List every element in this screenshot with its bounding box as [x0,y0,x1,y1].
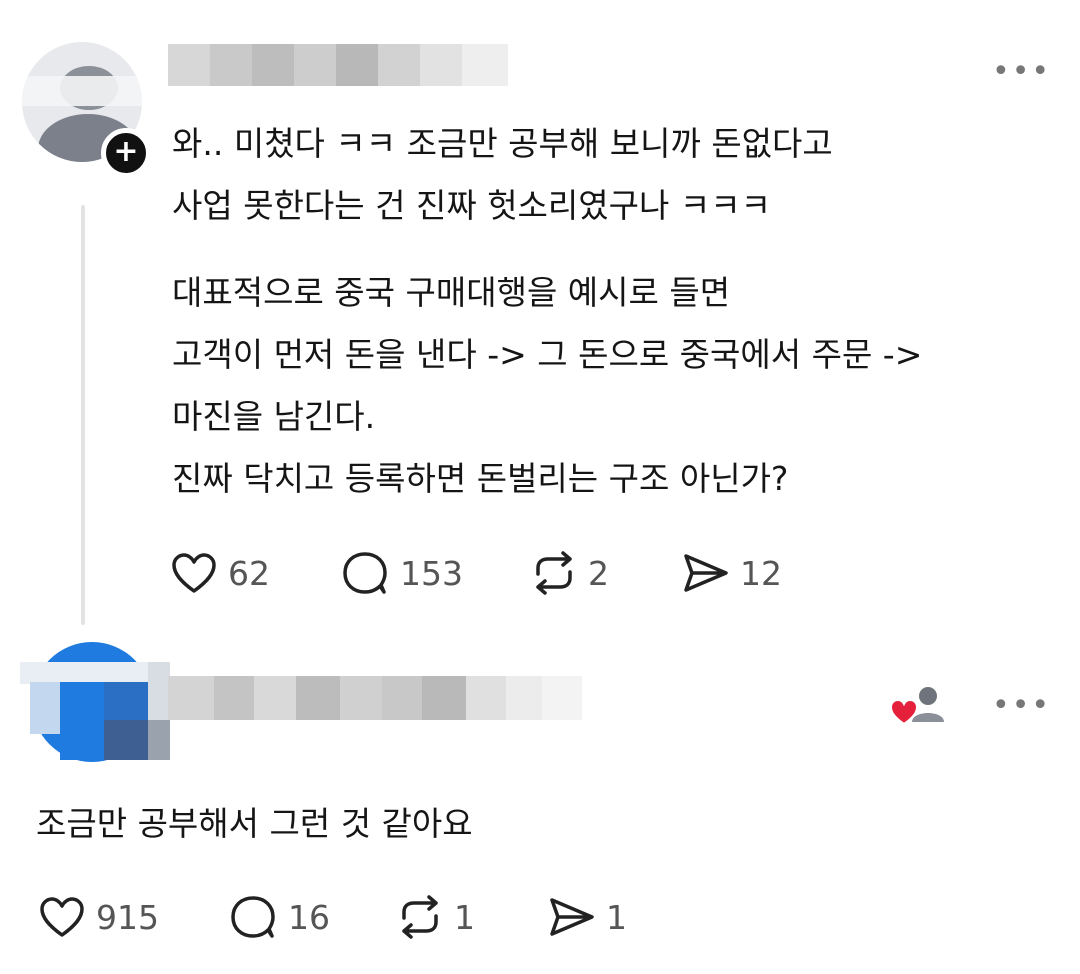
post-text-line-6: 진짜 닥치고 등록하면 돈벌리는 구조 아닌가? [172,459,789,498]
comment-icon [343,552,387,594]
share-count: 12 [740,553,782,593]
reply-like-count: 915 [96,897,159,937]
repost-count: 2 [588,553,609,593]
repost-button[interactable]: 2 [530,550,680,596]
heart-icon [40,897,84,937]
reply-share-count: 1 [606,897,627,937]
reply-stats-bar: 915 16 1 1 [38,894,656,940]
post-stats-bar: 62 153 2 12 [170,550,810,596]
comment-icon [231,896,275,938]
heart-icon [172,553,216,593]
post-text-line-5: 마진을 남긴다. [172,397,376,436]
reply-text: 조금만 공부해서 그런 것 같아요 [36,804,473,843]
post-text-line-4: 고객이 먼저 돈을 낸다 -> 그 돈으로 중국에서 주문 -> [172,335,923,374]
follow-plus-icon[interactable]: + [101,128,151,178]
reply-count: 153 [400,553,463,593]
reply-share-button[interactable]: 1 [546,895,656,939]
reply-reply-count: 16 [288,897,330,937]
send-icon [550,898,594,936]
post-text-line-2: 사업 못한다는 건 진짜 헛소리였구나 ㅋㅋㅋ [172,186,771,225]
heart-person-icon [889,687,944,726]
more-options-button[interactable]: ••• [992,54,1051,89]
reply-more-options-button[interactable]: ••• [992,688,1051,723]
reply-like-button[interactable]: 915 [38,895,228,939]
post-text-line-3: 대표적으로 중국 구매대행을 예시로 들면 [172,273,731,312]
send-icon [684,554,728,592]
repost-icon [536,551,572,595]
author-name-blurred[interactable] [168,44,508,86]
reply-author-avatar[interactable] [20,642,170,762]
like-count: 62 [228,553,270,593]
thread-line [81,205,85,625]
repost-icon [402,895,438,939]
liked-by-author-indicator [889,682,950,732]
post-text-line-1: 와.. 미쳤다 ㅋㅋ 조금만 공부해 보니까 돈없다고 [172,124,833,163]
reply-button[interactable]: 153 [340,550,530,596]
reply-repost-count: 1 [454,897,475,937]
reply-reply-button[interactable]: 16 [228,894,396,940]
like-button[interactable]: 62 [170,551,340,595]
reply-author-name-blurred[interactable] [168,676,582,720]
share-button[interactable]: 12 [680,551,810,595]
reply-repost-button[interactable]: 1 [396,894,546,940]
